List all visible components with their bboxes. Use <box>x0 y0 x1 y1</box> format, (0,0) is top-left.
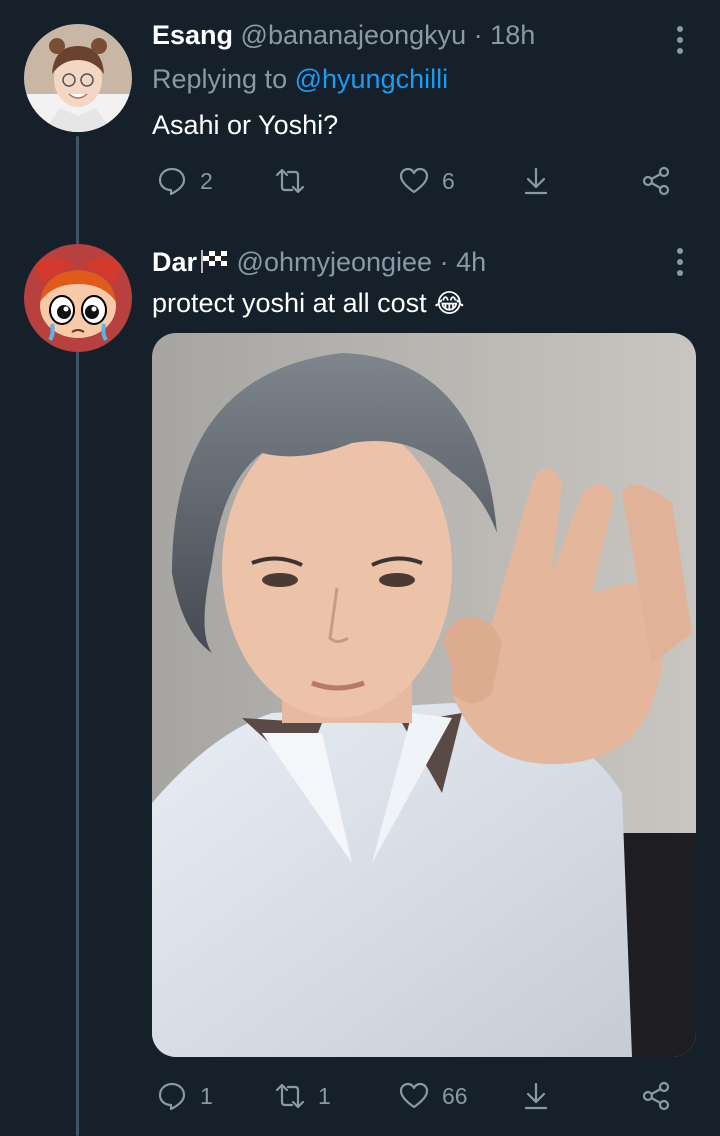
reply-context: Replying to @hyungchilli <box>152 64 448 95</box>
more-icon[interactable] <box>670 26 690 59</box>
like-count: 6 <box>442 167 455 194</box>
display-name[interactable]: Dar <box>152 247 197 277</box>
retweet-button[interactable]: 1 <box>274 1080 331 1112</box>
like-count: 66 <box>442 1082 468 1109</box>
tweet-text: Asahi or Yoshi? <box>152 110 339 140</box>
avatar[interactable] <box>24 24 132 132</box>
like-icon <box>399 1082 429 1109</box>
tweet-text-content: protect yoshi at all cost <box>152 288 427 318</box>
download-button[interactable] <box>520 165 552 197</box>
tweet-text: protect yoshi at all cost 😂 <box>152 288 465 319</box>
handle[interactable]: @bananajeongkyu <box>241 20 467 50</box>
timestamp[interactable]: 4h <box>456 247 486 277</box>
timestamp[interactable]: 18h <box>490 20 535 50</box>
checkered-flag-icon <box>199 248 229 281</box>
reply-to-link[interactable]: @hyungchilli <box>295 64 448 94</box>
share-icon <box>642 1081 670 1111</box>
download-button[interactable] <box>520 1080 552 1112</box>
separator: · <box>439 247 449 277</box>
reply-button[interactable]: 2 <box>156 165 213 197</box>
action-bar: 2 6 <box>156 165 676 205</box>
handle[interactable]: @ohmyjeongiee <box>237 247 433 277</box>
reply-count: 1 <box>200 1082 213 1109</box>
retweet-count: 1 <box>318 1082 331 1109</box>
download-icon <box>524 1082 548 1110</box>
reply-prefix: Replying to <box>152 64 288 94</box>
retweet-icon <box>275 168 305 194</box>
tweet-header: Esang @bananajeongkyu · 18h <box>152 20 535 51</box>
retweet-button[interactable] <box>274 165 318 197</box>
retweet-icon <box>275 1083 305 1109</box>
like-button[interactable]: 66 <box>398 1080 468 1112</box>
share-icon <box>642 166 670 196</box>
tweet-1[interactable]: Esang @bananajeongkyu · 18h Replying to … <box>0 0 720 230</box>
action-bar-2: 1 1 66 <box>156 1080 676 1120</box>
separator: · <box>473 20 483 50</box>
reply-icon <box>158 167 186 196</box>
tears-of-joy-emoji: 😂 <box>434 288 465 318</box>
tweet-header: Dar @ohmyjeongiee · 4h <box>152 247 486 281</box>
tweet-photo[interactable] <box>152 333 696 1057</box>
reply-button[interactable]: 1 <box>156 1080 213 1112</box>
avatar[interactable] <box>24 244 132 352</box>
display-name[interactable]: Esang <box>152 20 233 50</box>
share-button[interactable] <box>640 165 672 197</box>
like-icon <box>399 167 429 194</box>
more-icon[interactable] <box>670 248 690 281</box>
reply-count: 2 <box>200 167 213 194</box>
download-icon <box>524 167 548 195</box>
share-button[interactable] <box>640 1080 672 1112</box>
like-button[interactable]: 6 <box>398 165 455 197</box>
reply-icon <box>158 1082 186 1111</box>
